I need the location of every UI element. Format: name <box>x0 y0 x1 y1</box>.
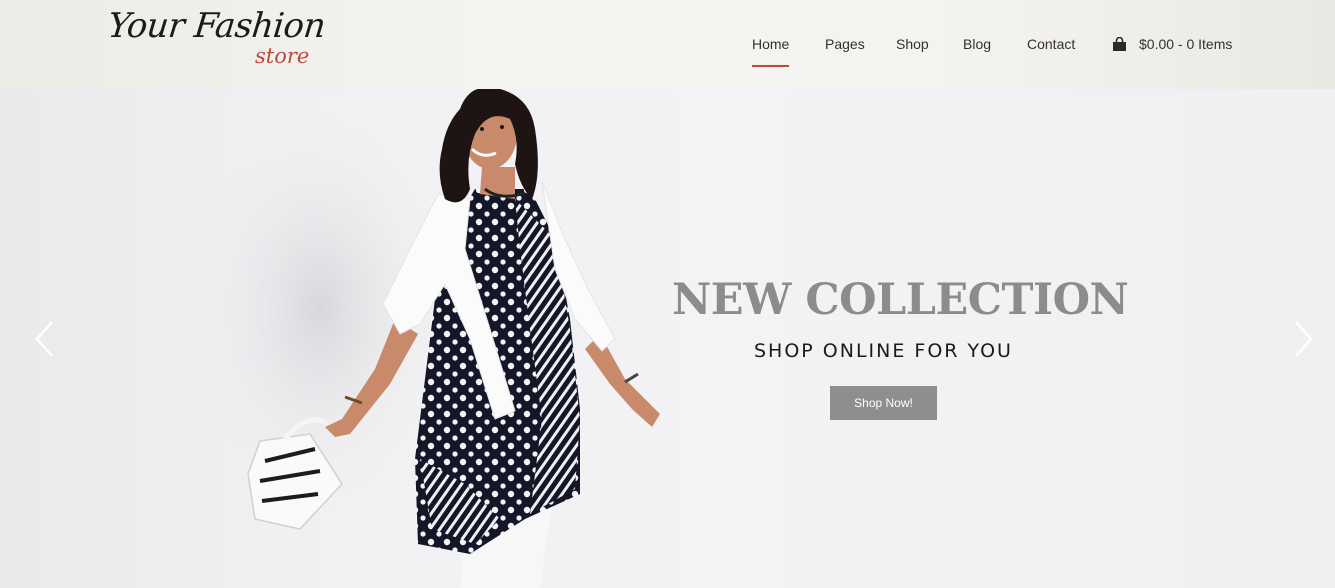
chevron-right-icon[interactable] <box>1290 319 1316 359</box>
cart-total: $0.00 - 0 Items <box>1139 36 1233 52</box>
hero-subline: SHOP ONLINE FOR YOU <box>754 340 1013 362</box>
nav-item-blog[interactable]: Blog <box>963 36 991 52</box>
main-nav: Home Pages Shop Blog Contact $0.00 - 0 I… <box>0 0 1335 89</box>
chevron-left-icon[interactable] <box>32 319 58 359</box>
nav-item-home[interactable]: Home <box>752 36 790 67</box>
hero-headline: NEW COLLECTION <box>672 275 1129 325</box>
shop-now-button[interactable]: Shop Now! <box>830 386 937 420</box>
nav-item-shop[interactable]: Shop <box>896 36 929 52</box>
hero-slider: NEW COLLECTION SHOP ONLINE FOR YOU Shop … <box>0 89 1335 588</box>
shopping-bag-icon <box>1113 37 1126 51</box>
site-header: Your Fashion store Home Pages Shop Blog … <box>0 0 1335 89</box>
nav-item-contact[interactable]: Contact <box>1027 36 1075 52</box>
nav-item-pages[interactable]: Pages <box>825 36 865 52</box>
hero-model-image <box>190 89 660 588</box>
